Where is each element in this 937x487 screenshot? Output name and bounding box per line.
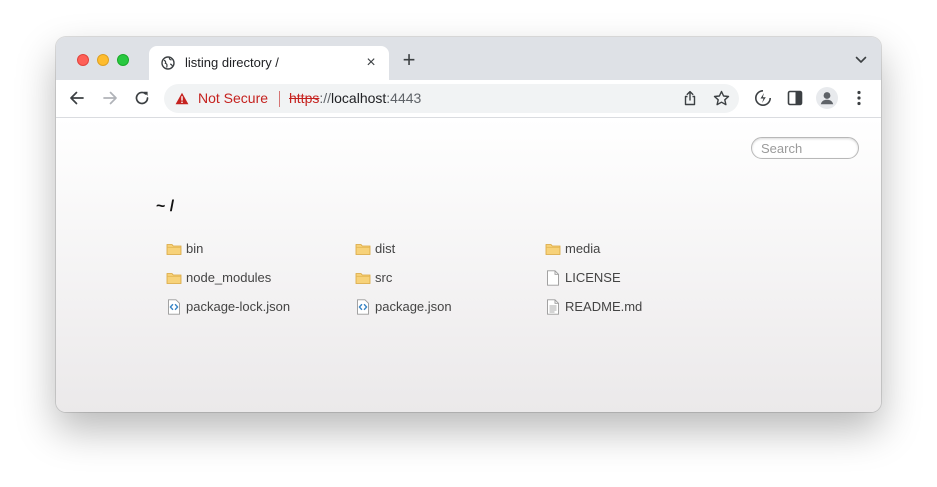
active-tab[interactable]: listing directory / ×: [149, 46, 389, 80]
search-input[interactable]: [751, 137, 859, 159]
share-icon[interactable]: [682, 90, 698, 106]
url-scheme: https: [289, 90, 320, 106]
security-separator: [279, 91, 280, 107]
text-file-icon: [547, 299, 559, 315]
more-menu-icon[interactable]: [849, 88, 869, 108]
reload-icon[interactable]: [132, 88, 152, 108]
code-file-icon: [168, 299, 180, 315]
new-tab-button[interactable]: +: [400, 49, 418, 71]
folder-icon: [166, 273, 182, 284]
file-name: src: [375, 270, 393, 285]
address-bar[interactable]: Not Secure https://localhost:4443: [164, 84, 739, 113]
url-text[interactable]: https://localhost:4443: [289, 90, 421, 106]
forward-arrow-icon[interactable]: [100, 88, 120, 108]
globe-icon: [161, 56, 175, 70]
warning-icon[interactable]: [175, 92, 189, 105]
blank-file-icon: [547, 270, 559, 286]
minimize-window-button[interactable]: [97, 54, 109, 66]
file-name: node_modules: [186, 270, 272, 285]
folder-icon: [166, 244, 182, 255]
code-file-icon: [357, 299, 369, 315]
profile-avatar[interactable]: [816, 87, 838, 109]
profile-person-icon: [820, 92, 834, 105]
file-name: media: [565, 241, 601, 256]
page-title: ~ /: [156, 198, 175, 215]
folder-icon: [545, 244, 561, 255]
chevron-down-icon[interactable]: [855, 55, 867, 65]
file-name: README.md: [565, 299, 643, 314]
bookmark-star-icon[interactable]: [713, 90, 730, 107]
file-name: dist: [375, 241, 396, 256]
file-name: LICENSE: [565, 270, 621, 285]
browser-window: listing directory / × + Not Secure https…: [56, 37, 881, 412]
folder-icon: [355, 273, 371, 284]
url-separator: ://: [319, 90, 332, 106]
close-window-button[interactable]: [77, 54, 89, 66]
extension-icon[interactable]: [753, 88, 773, 108]
side-panel-icon[interactable]: [785, 88, 805, 108]
back-arrow-icon[interactable]: [67, 88, 87, 108]
file-name: bin: [186, 241, 204, 256]
file-name: package-lock.json: [186, 299, 291, 314]
directory-listing-page: ~ / bin dist me: [56, 118, 881, 412]
tab-close-button[interactable]: ×: [363, 55, 379, 71]
file-name: package.json: [375, 299, 452, 314]
zoom-window-button[interactable]: [117, 54, 129, 66]
url-host: localhost: [331, 90, 387, 106]
tab-strip: listing directory / × +: [56, 37, 881, 80]
tab-title: listing directory /: [185, 55, 279, 70]
not-secure-label[interactable]: Not Secure: [198, 90, 268, 106]
folder-icon: [355, 244, 371, 255]
browser-toolbar: Not Secure https://localhost:4443: [56, 80, 881, 118]
url-port: :4443: [386, 90, 422, 106]
